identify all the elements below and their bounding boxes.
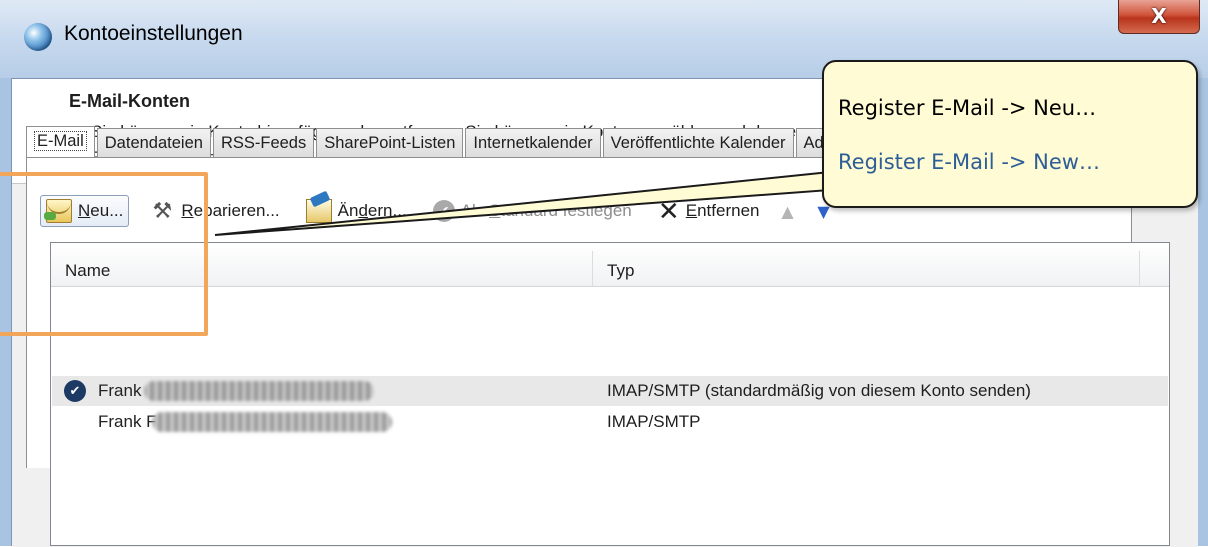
annotation-callout: Register E-Mail -> Neu… Register E-Mail … [822,60,1198,208]
change-button[interactable]: Ändern... [300,195,413,227]
remove-x-icon: ✕ [657,196,680,226]
window-title: Kontoeinstellungen [64,22,243,45]
repair-label-post: eparieren... [193,201,280,220]
tab-strip: E-Mail Datendateien RSS-Feeds SharePoint… [26,126,915,159]
change-label-pre: Än [337,201,359,220]
set-default-label: Als Standard festlegen [461,201,632,221]
remove-label-post: ntfernen [697,201,760,220]
account-list[interactable]: Name Typ ✔ Frank IMAP/SMTP (standardmäßi… [50,242,1170,546]
repair-button[interactable]: ⚒ Reparieren... [143,195,285,227]
tab-sharepoint-lists[interactable]: SharePoint-Listen [316,128,464,158]
new-label: Neu... [78,201,123,221]
change-label: Ändern... [338,201,407,221]
account-type: IMAP/SMTP (standardmäßig von diesem Kont… [607,381,1031,400]
remove-button[interactable]: ✕ Entfernen [652,195,766,227]
arrow-up-icon[interactable]: ▲ [779,202,795,221]
outlook-account-icon [24,23,52,51]
change-icon [305,199,332,223]
remove-label-accel: E [685,201,698,220]
new-label-post: eu... [90,201,124,220]
checkmark-icon: ✔ [432,200,455,222]
list-header: Name Typ [51,243,1169,287]
table-row[interactable]: ✔ Frank IMAP/SMTP (standardmäßig von die… [52,376,1168,406]
tab-data-files[interactable]: Datendateien [96,128,211,158]
set-default-label-accel: S [489,201,501,220]
new-mail-icon [44,199,72,223]
table-row[interactable]: Frank F IMAP/SMTP [52,407,1168,437]
repair-label: Reparieren... [181,201,279,221]
account-name: Frank [98,381,142,400]
new-label-accel: N [78,201,91,220]
tab-email[interactable]: E-Mail [26,126,95,159]
callout-text-english: Register E-Mail -> New… [838,150,1100,174]
tab-rss-feeds[interactable]: RSS-Feeds [212,128,315,158]
default-account-icon: ✔ [64,380,86,402]
section-title: E-Mail-Konten [69,91,190,111]
new-account-button[interactable]: Neu... [40,195,130,227]
column-divider[interactable] [592,251,593,287]
set-default-label-post: tandard festlegen [500,201,632,220]
account-toolbar: Neu... ⚒ Reparieren... Ändern... ✔ Als S… [40,195,831,227]
column-header-type[interactable]: Typ [607,261,634,281]
account-type: IMAP/SMTP [607,412,701,431]
column-divider[interactable] [1139,251,1140,287]
tab-published-calendars[interactable]: Veröffentlichte Kalender [602,128,794,158]
callout-text-german: Register E-Mail -> Neu… [838,96,1097,120]
account-name: Frank F [98,412,157,431]
set-default-button[interactable]: ✔ Als Standard festlegen [427,195,638,227]
column-header-name[interactable]: Name [65,261,110,281]
tools-icon: ⚒ [152,198,173,223]
remove-label: Entfernen [686,201,760,221]
repair-label-accel: R [181,201,194,220]
set-default-label-pre: Als [460,201,490,220]
tab-email-label: E-Mail [34,131,87,151]
redacted-blur [152,412,392,432]
change-label-post: ern... [367,201,407,220]
close-button[interactable]: X [1118,0,1200,34]
redacted-blur [144,381,374,401]
change-label-accel: d [358,201,368,220]
tab-internet-calendars[interactable]: Internetkalender [465,128,601,158]
